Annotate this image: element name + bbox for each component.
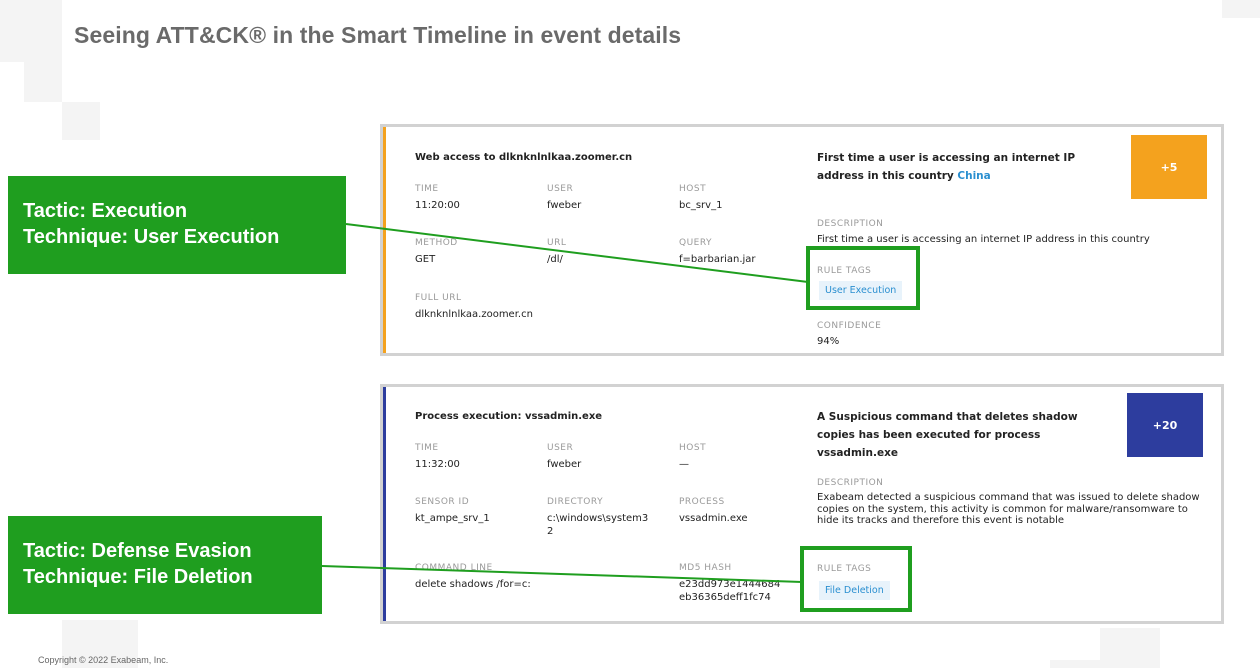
copyright-text: Copyright © 2022 Exabeam, Inc. (38, 655, 169, 665)
connector-line-defense-evasion (321, 565, 803, 583)
connector-lines (321, 223, 809, 583)
connector-line-execution (345, 223, 809, 283)
